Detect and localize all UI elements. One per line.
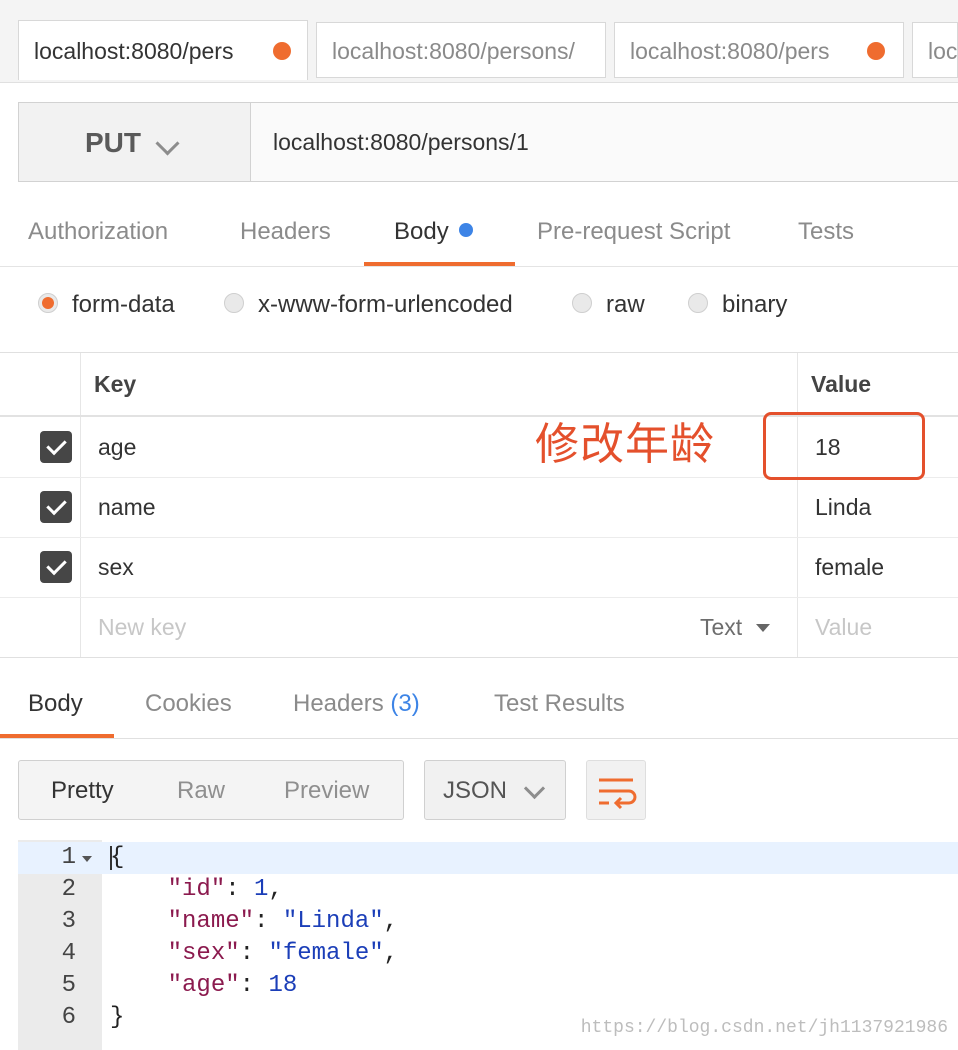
json-value: "Linda" — [282, 908, 384, 935]
highlight-box — [763, 412, 925, 480]
line-number: 4 — [61, 940, 76, 967]
unsaved-dot-icon — [273, 42, 291, 60]
code-line: 5 "age": 18 — [18, 970, 958, 1002]
row-checkbox[interactable] — [40, 491, 72, 523]
radio-label: raw — [606, 291, 645, 318]
format-dropdown[interactable]: JSON — [424, 760, 566, 820]
line-number: 2 — [61, 876, 76, 903]
value-field[interactable]: Linda — [815, 477, 871, 537]
chevron-down-icon — [523, 777, 546, 800]
tab-headers[interactable]: Headers — [240, 200, 331, 263]
tab-title: loc — [928, 38, 958, 64]
value-field[interactable]: female — [815, 537, 884, 597]
request-tab-3[interactable]: localhost:8080/pers — [614, 22, 904, 78]
json-key: "sex" — [167, 940, 240, 967]
json-key: "name" — [167, 908, 255, 935]
annotation-text: 修改年龄 — [535, 419, 715, 470]
format-label: JSON — [443, 777, 508, 804]
json-key: "id" — [167, 876, 226, 903]
radio-label: x-www-form-urlencoded — [258, 291, 513, 318]
code-line: 4 "sex": "female", — [18, 938, 958, 970]
tab-title: localhost:8080/persons/ — [332, 38, 575, 64]
tab-tests[interactable]: Tests — [798, 200, 854, 263]
form-data-table: Key Value age 18 name Linda sex female N… — [0, 352, 958, 657]
modified-dot-icon — [458, 223, 473, 237]
url-input[interactable]: localhost:8080/persons/1 — [273, 103, 529, 181]
unsaved-dot-icon — [867, 42, 885, 60]
code-text: "sex": "female", — [167, 940, 399, 967]
table-header: Key Value — [0, 353, 958, 417]
request-section-tabs: Authorization Headers Body Pre-request S… — [0, 200, 958, 267]
wrap-lines-button[interactable] — [586, 760, 646, 820]
new-row: New key Text Value — [0, 597, 958, 657]
tab-bar: localhost:8080/pers localhost:8080/perso… — [0, 0, 958, 83]
active-tab-indicator — [0, 734, 114, 738]
view-pretty[interactable]: Pretty — [51, 761, 114, 821]
json-key: "age" — [167, 972, 240, 999]
method-label: PUT — [85, 127, 141, 158]
code-text: "id": 1, — [167, 876, 283, 903]
line-number: 3 — [61, 908, 76, 935]
radio-selected-icon — [38, 293, 58, 313]
table-row: name Linda — [0, 477, 958, 538]
caret-down-icon — [756, 624, 771, 632]
new-key-input[interactable]: New key — [98, 597, 186, 657]
body-type-radios: form-data x-www-form-urlencoded raw bina… — [0, 280, 958, 330]
new-value-input[interactable]: Value — [815, 597, 872, 657]
headers-label: Headers — [293, 690, 384, 717]
code-line: 1 { — [18, 842, 958, 874]
line-number: 6 — [61, 1004, 76, 1031]
type-label: Text — [700, 614, 743, 640]
json-value: 18 — [268, 972, 298, 999]
radio-label: binary — [722, 291, 788, 318]
view-raw[interactable]: Raw — [177, 761, 225, 821]
radio-icon — [224, 293, 244, 313]
json-value: 1 — [254, 876, 269, 903]
code-line: 2 "id": 1, — [18, 874, 958, 906]
tab-title: localhost:8080/pers — [630, 38, 830, 64]
type-dropdown[interactable]: Text — [700, 597, 771, 657]
code-text: } — [110, 1004, 125, 1031]
code-text: "name": "Linda", — [167, 908, 399, 935]
request-bar: PUT localhost:8080/persons/1 — [18, 102, 958, 182]
chevron-down-icon — [155, 131, 180, 156]
tab-authorization[interactable]: Authorization — [28, 200, 168, 263]
tab-pre-request-script[interactable]: Pre-request Script — [537, 200, 730, 263]
view-mode-segmented: Pretty Raw Preview — [18, 760, 404, 820]
radio-icon — [572, 293, 592, 313]
wrap-lines-icon — [599, 778, 637, 810]
table-row: sex female — [0, 537, 958, 598]
tab-body[interactable]: Body — [364, 200, 515, 266]
request-tab-2[interactable]: localhost:8080/persons/ — [316, 22, 606, 78]
method-dropdown[interactable]: PUT — [19, 103, 251, 181]
radio-label: form-data — [72, 291, 175, 318]
response-tab-test-results[interactable]: Test Results — [494, 658, 625, 750]
code-line: 3 "name": "Linda", — [18, 906, 958, 938]
key-field[interactable]: sex — [98, 537, 134, 597]
request-tab-4[interactable]: loc — [912, 22, 958, 78]
line-number: 1 — [61, 844, 76, 871]
tab-body-label: Body — [394, 218, 449, 245]
tab-title: localhost:8080/pers — [34, 38, 234, 64]
row-checkbox[interactable] — [40, 431, 72, 463]
key-field[interactable]: name — [98, 477, 156, 537]
radio-icon — [688, 293, 708, 313]
response-tab-cookies[interactable]: Cookies — [145, 658, 232, 750]
line-number: 5 — [61, 972, 76, 999]
view-preview[interactable]: Preview — [284, 761, 369, 821]
headers-count-badge: (3) — [390, 690, 420, 717]
value-column-header: Value — [811, 371, 872, 397]
request-tab-1[interactable]: localhost:8080/pers — [18, 20, 308, 80]
code-text: "age": 18 — [167, 972, 298, 999]
code-text: { — [110, 844, 125, 871]
key-field[interactable]: age — [98, 417, 136, 477]
row-checkbox[interactable] — [40, 551, 72, 583]
fold-caret-icon[interactable] — [82, 856, 92, 862]
watermark-text: https://blog.csdn.net/jh1137921986 — [580, 1018, 948, 1038]
key-column-header: Key — [94, 371, 137, 397]
response-tabs: Body Cookies Headers (3) Test Results — [0, 657, 958, 739]
json-value: "female" — [268, 940, 384, 967]
response-tab-headers[interactable]: Headers (3) — [293, 658, 420, 750]
